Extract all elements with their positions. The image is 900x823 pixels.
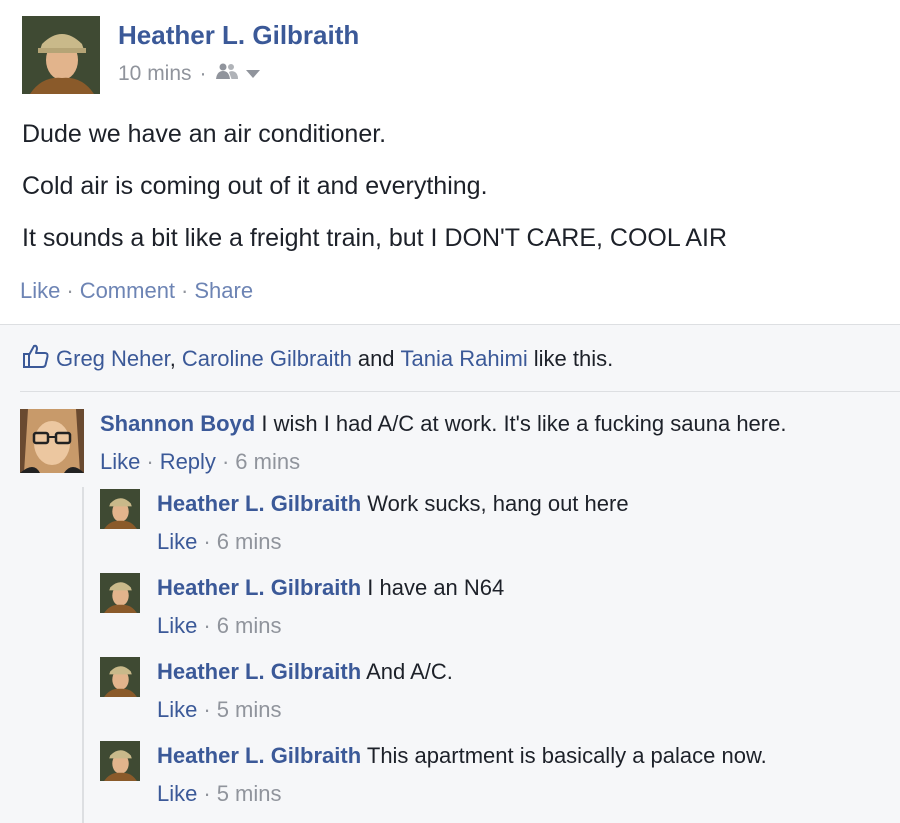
comment-like-link[interactable]: Like — [100, 449, 140, 475]
reply-actions: Like · 5 mins — [157, 697, 281, 723]
reply-avatar[interactable] — [100, 489, 140, 529]
post-timestamp[interactable]: 10 mins — [118, 62, 192, 86]
reply-author[interactable]: Heather L. Gilbraith — [157, 491, 361, 516]
post-text-line-3: It sounds a bit like a freight train, bu… — [22, 224, 728, 252]
likes-comma: , — [169, 346, 176, 371]
reply-actions: Like · 6 mins — [157, 529, 281, 555]
reply-author[interactable]: Heather L. Gilbraith — [157, 659, 361, 684]
comment-actions: Like · Reply · 6 mins — [100, 449, 300, 475]
like-link[interactable]: Like — [20, 278, 60, 304]
reply-photo — [100, 657, 140, 697]
chevron-down-icon[interactable] — [245, 62, 261, 86]
reply-text: And A/C. — [366, 659, 453, 684]
post-text-line-1: Dude we have an air conditioner. — [22, 120, 387, 148]
reply-avatar[interactable] — [100, 741, 140, 781]
feedback-section: Greg Neher, Caroline Gilbraith and Tania… — [0, 324, 900, 823]
reply-photo — [100, 573, 140, 613]
reply-body: Heather L. Gilbraith Work sucks, hang ou… — [157, 491, 629, 517]
reply-like-link[interactable]: Like — [157, 781, 197, 807]
action-separator: · — [221, 449, 230, 474]
comment-reply-link[interactable]: Reply — [160, 449, 216, 475]
comment-timestamp[interactable]: 6 mins — [235, 449, 300, 475]
reply-like-link[interactable]: Like — [157, 613, 197, 639]
reply-thread-rail — [82, 487, 84, 823]
reply-text: I have an N64 — [367, 575, 505, 600]
liker-name[interactable]: Caroline Gilbraith — [182, 346, 352, 372]
reply-body: Heather L. Gilbraith I have an N64 — [157, 575, 504, 601]
reply-body: Heather L. Gilbraith And A/C. — [157, 659, 453, 685]
commenter-photo — [20, 409, 84, 473]
reply-photo — [100, 741, 140, 781]
reply-timestamp[interactable]: 6 mins — [217, 529, 282, 555]
friends-icon[interactable] — [215, 62, 239, 86]
reply-like-link[interactable]: Like — [157, 697, 197, 723]
liker-name[interactable]: Tania Rahimi — [401, 346, 528, 372]
post-text-line-2: Cold air is coming out of it and everyth… — [22, 172, 488, 200]
post-meta: 10 mins · — [118, 62, 261, 86]
comment-author[interactable]: Shannon Boyd — [100, 411, 255, 436]
reply-timestamp[interactable]: 6 mins — [217, 613, 282, 639]
action-separator: · — [203, 613, 211, 638]
reply-like-link[interactable]: Like — [157, 529, 197, 555]
author-avatar[interactable] — [22, 16, 100, 94]
reply-photo — [100, 489, 140, 529]
post: Heather L. Gilbraith 10 mins · Dude we h… — [0, 0, 900, 324]
reply-text: This apartment is basically a palace now… — [366, 743, 767, 768]
share-link[interactable]: Share — [194, 278, 253, 304]
reply-actions: Like · 6 mins — [157, 613, 281, 639]
divider — [20, 391, 900, 392]
liker-name[interactable]: Greg Neher — [56, 346, 170, 371]
thumbs-up-icon — [22, 343, 50, 375]
reply-author[interactable]: Heather L. Gilbraith — [157, 743, 361, 768]
reply-author[interactable]: Heather L. Gilbraith — [157, 575, 361, 600]
action-separator: · — [66, 278, 74, 303]
reply-avatar[interactable] — [100, 573, 140, 613]
action-separator: · — [203, 697, 211, 722]
comment-text: I wish I had A/C at work. It's like a fu… — [261, 411, 787, 436]
action-separator: · — [146, 449, 154, 474]
reply-avatar[interactable] — [100, 657, 140, 697]
reply-timestamp[interactable]: 5 mins — [217, 697, 282, 723]
comment-body: Shannon Boyd I wish I had A/C at work. I… — [100, 411, 786, 437]
action-separator: · — [203, 529, 211, 554]
action-separator: · — [203, 781, 211, 806]
meta-separator: · — [199, 62, 207, 85]
reply-text: Work sucks, hang out here — [367, 491, 629, 516]
reply-actions: Like · 5 mins — [157, 781, 281, 807]
post-author-name[interactable]: Heather L. Gilbraith — [118, 20, 359, 51]
likes-suffix: like this. — [533, 346, 614, 371]
commenter-avatar[interactable] — [20, 409, 84, 473]
author-photo — [22, 16, 100, 94]
comment-link[interactable]: Comment — [80, 278, 175, 304]
action-separator: · — [181, 278, 189, 303]
post-actions: Like · Comment · Share — [20, 278, 253, 304]
likes-and: and — [357, 346, 395, 371]
reply-body: Heather L. Gilbraith This apartment is b… — [157, 743, 767, 769]
likes-summary: Greg Neher, Caroline Gilbraith and Tania… — [22, 343, 613, 375]
reply-timestamp[interactable]: 5 mins — [217, 781, 282, 807]
